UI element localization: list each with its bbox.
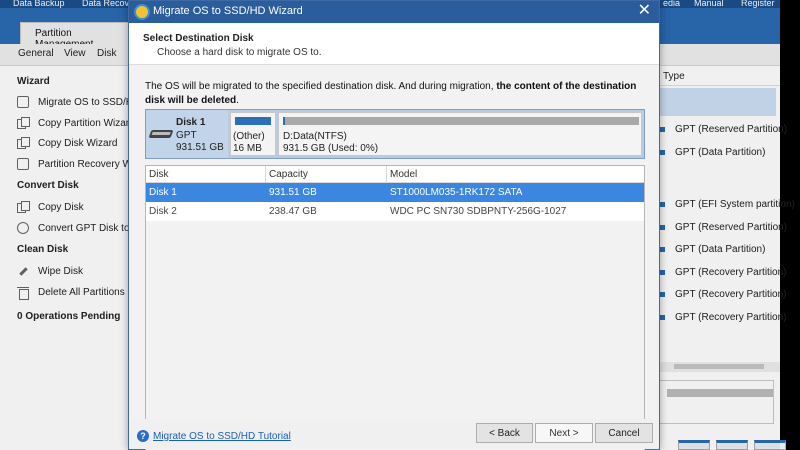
next-button[interactable]: Next > bbox=[535, 423, 593, 443]
cell-model: WDC PC SN730 SDBPNTY-256G-1027 bbox=[390, 206, 567, 217]
cell-capacity: 931.51 GB bbox=[269, 187, 317, 198]
disk-capacity: 931.51 GB bbox=[176, 142, 224, 153]
warning-text-normal: The OS will be migrated to the specified… bbox=[145, 81, 497, 92]
step-subtitle: Choose a hard disk to migrate OS to. bbox=[157, 47, 322, 58]
dialog-titlebar[interactable]: Migrate OS to SSD/HD Wizard ✕ bbox=[129, 1, 659, 23]
close-icon[interactable]: ✕ bbox=[638, 2, 651, 20]
step-title: Select Destination Disk bbox=[143, 33, 254, 44]
hard-disk-icon bbox=[148, 130, 174, 138]
partition-size: 16 MB bbox=[233, 143, 262, 154]
disk-summary[interactable]: Disk 1 GPT 931.51 GB bbox=[146, 110, 228, 158]
back-button[interactable]: < Back bbox=[476, 423, 533, 443]
disk-scheme: GPT bbox=[176, 130, 197, 141]
partition-size: 931.5 GB (Used: 0%) bbox=[283, 143, 379, 154]
partition-block-data[interactable]: D:Data(NTFS) 931.5 GB (Used: 0%) bbox=[278, 112, 642, 156]
tutorial-link[interactable]: Migrate OS to SSD/HD Tutorial bbox=[153, 431, 291, 442]
partition-label: D:Data(NTFS) bbox=[283, 131, 347, 142]
disk-map: Disk 1 GPT 931.51 GB (Other) 16 MB D:Dat… bbox=[145, 109, 645, 159]
cell-disk: Disk 2 bbox=[149, 206, 177, 217]
partition-block-other[interactable]: (Other) 16 MB bbox=[230, 112, 276, 156]
app-logo-icon bbox=[134, 4, 150, 20]
warning-text-end: . bbox=[236, 95, 239, 106]
cell-disk: Disk 1 bbox=[149, 187, 177, 198]
partition-usage-bar bbox=[283, 117, 639, 125]
cell-model: ST1000LM035-1RK172 SATA bbox=[390, 187, 523, 198]
dialog-header: Select Destination Disk Choose a hard di… bbox=[129, 23, 659, 65]
partition-label: (Other) bbox=[233, 131, 265, 142]
dialog-footer: ? Migrate OS to SSD/HD Tutorial < Back N… bbox=[129, 419, 659, 449]
partition-usage-bar bbox=[235, 117, 271, 125]
dialog-body: The OS will be migrated to the specified… bbox=[129, 65, 659, 450]
cell-capacity: 238.47 GB bbox=[269, 206, 317, 217]
column-header-capacity[interactable]: Capacity bbox=[266, 166, 387, 182]
warning-text: The OS will be migrated to the specified… bbox=[145, 80, 655, 108]
table-header: Disk Capacity Model bbox=[146, 166, 644, 183]
migrate-os-dialog: Migrate OS to SSD/HD Wizard ✕ Select Des… bbox=[128, 0, 660, 450]
column-header-disk[interactable]: Disk bbox=[146, 166, 266, 182]
destination-disk-table: Disk Capacity Model Disk 1 931.51 GB ST1… bbox=[145, 165, 645, 450]
cancel-button[interactable]: Cancel bbox=[595, 423, 653, 443]
table-row-disk-2[interactable]: Disk 2 238.47 GB WDC PC SN730 SDBPNTY-25… bbox=[146, 202, 644, 221]
help-icon: ? bbox=[137, 430, 149, 442]
column-header-model[interactable]: Model bbox=[387, 166, 644, 182]
disk-name: Disk 1 bbox=[176, 117, 206, 128]
tutorial-help[interactable]: ? Migrate OS to SSD/HD Tutorial bbox=[137, 430, 291, 442]
table-row-disk-1[interactable]: Disk 1 931.51 GB ST1000LM035-1RK172 SATA bbox=[146, 183, 644, 202]
dialog-title: Migrate OS to SSD/HD Wizard bbox=[153, 5, 303, 17]
